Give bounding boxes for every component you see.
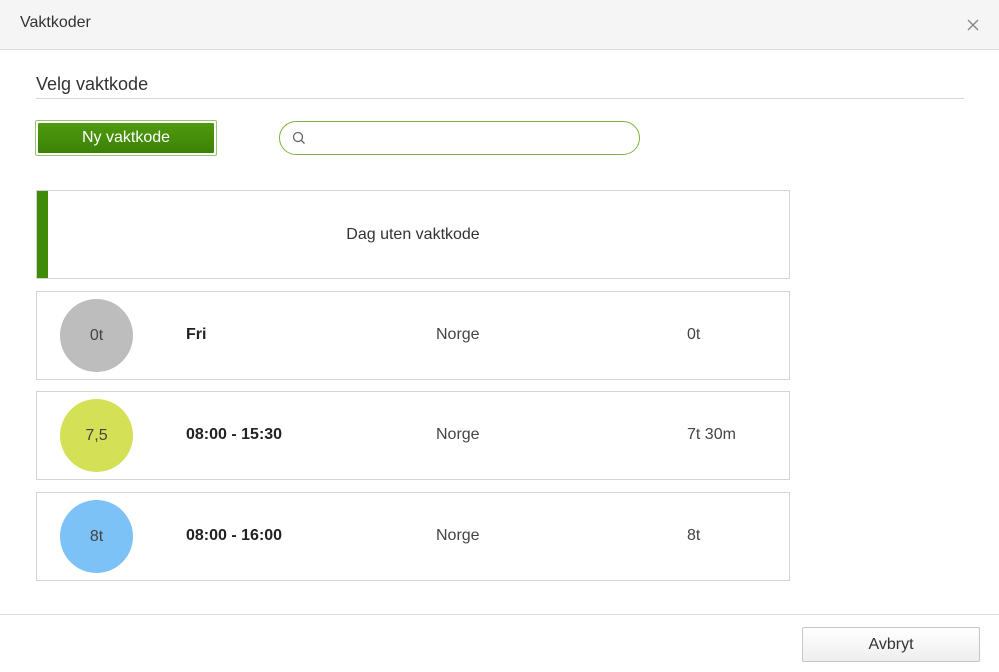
shift-code-row[interactable]: 0t Fri Norge 0t — [36, 291, 790, 380]
dialog-header: Vaktkoder — [0, 0, 999, 50]
footer-divider — [0, 614, 999, 615]
shift-badge: 8t — [60, 500, 133, 573]
shift-code-row[interactable]: 8t 08:00 - 16:00 Norge 8t — [36, 492, 790, 581]
new-shift-code-label: Ny vaktkode — [38, 123, 214, 153]
cancel-button[interactable]: Avbryt — [802, 627, 980, 662]
new-shift-code-button[interactable]: Ny vaktkode — [35, 120, 217, 156]
shift-name: 08:00 - 16:00 — [186, 527, 283, 544]
close-icon — [967, 19, 979, 31]
section-title: Velg vaktkode — [36, 74, 149, 94]
shift-country: Norge — [436, 326, 480, 343]
no-shift-code-option[interactable]: Dag uten vaktkode — [36, 190, 790, 279]
no-shift-code-label: Dag uten vaktkode — [346, 225, 480, 243]
shift-badge: 0t — [60, 299, 133, 372]
shift-hours: 0t — [687, 326, 701, 343]
divider — [36, 98, 964, 99]
shift-name: Fri — [186, 326, 207, 343]
search-field[interactable] — [279, 121, 640, 155]
dialog-title: Vaktkoder — [20, 14, 91, 31]
shift-badge: 7,5 — [60, 399, 133, 472]
search-input[interactable] — [314, 126, 628, 152]
shift-hours: 8t — [687, 527, 701, 544]
search-icon — [292, 131, 305, 144]
shift-name: 08:00 - 15:30 — [186, 426, 283, 443]
shift-code-row[interactable]: 7,5 08:00 - 15:30 Norge 7t 30m — [36, 391, 790, 480]
shift-country: Norge — [436, 426, 480, 443]
close-button[interactable] — [962, 14, 984, 36]
shift-country: Norge — [436, 527, 480, 544]
shift-hours: 7t 30m — [687, 426, 736, 443]
